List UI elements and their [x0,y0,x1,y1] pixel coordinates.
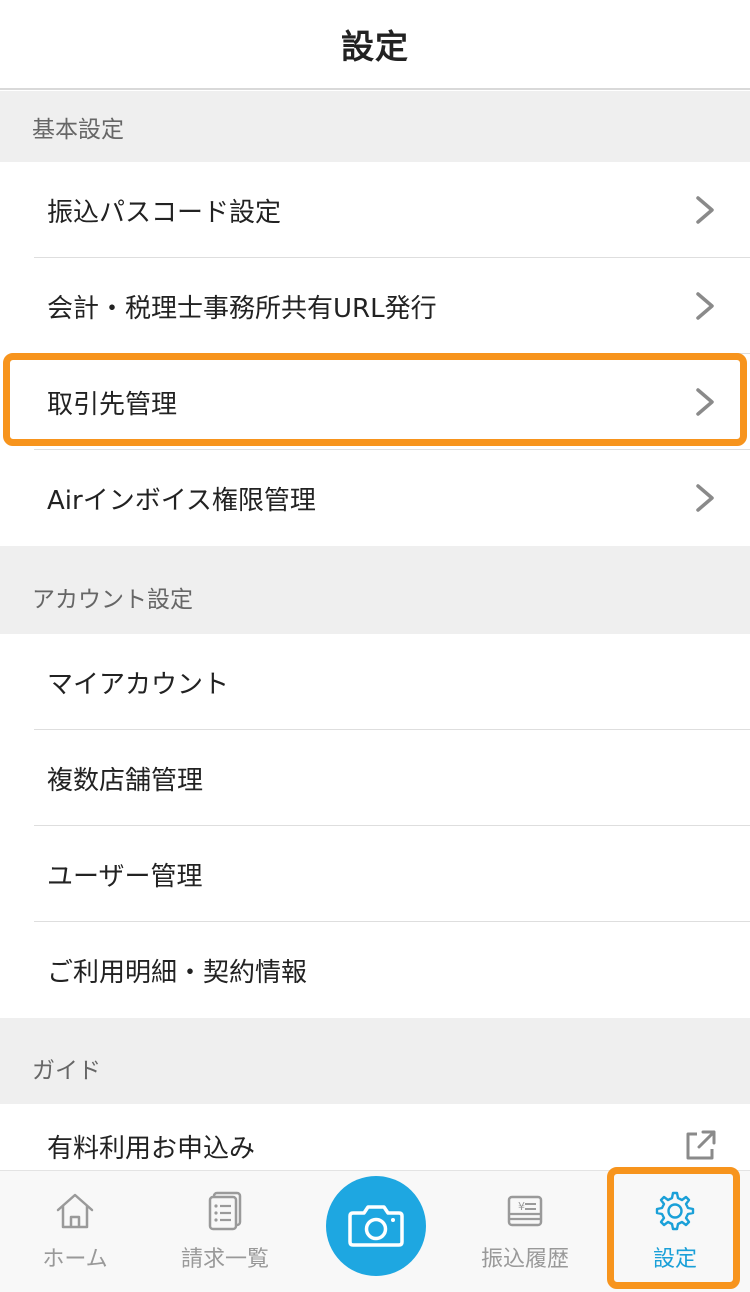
settings-item-label: 振込パスコード設定 [47,197,282,228]
invoice-list-icon [208,1191,242,1231]
tab-invoice-list[interactable]: 請求一覧 [150,1171,300,1292]
settings-item-label: マイアカウント [47,669,230,700]
settings-item-label: 有料利用お申込み [47,1134,256,1164]
settings-item-label: 複数店舗管理 [47,765,204,796]
section-header-account: アカウント設定 [0,546,750,634]
settings-item-business-partners[interactable]: 取引先管理 [0,354,750,450]
settings-item-billing-contract[interactable]: ご利用明細・契約情報 [0,922,750,1018]
gear-icon [655,1191,695,1231]
settings-item-shared-url[interactable]: 会計・税理士事務所共有URL発行 [0,258,750,354]
settings-item-transfer-passcode[interactable]: 振込パスコード設定 [0,162,750,258]
settings-item-label: ユーザー管理 [47,861,203,892]
tab-label: 振込履歴 [480,1247,569,1272]
section-header-basic: 基本設定 [0,91,750,162]
tab-label: 設定 [652,1247,697,1272]
settings-item-user-management[interactable]: ユーザー管理 [0,826,750,922]
top-header: 設定 [0,0,750,90]
tab-settings[interactable]: 設定 [600,1171,750,1292]
transfer-history-icon: ¥ [507,1195,543,1227]
settings-item-my-account[interactable]: マイアカウント [0,634,750,730]
tab-transfer-history[interactable]: ¥ 振込履歴 [450,1171,600,1292]
settings-item-label: Airインボイス権限管理 [47,485,316,516]
tab-label: 請求一覧 [180,1247,269,1272]
settings-item-multi-store[interactable]: 複数店舗管理 [0,730,750,826]
chevron-right-icon [696,196,714,224]
external-link-icon [686,1130,716,1160]
page-title: 設定 [341,27,409,66]
svg-text:¥: ¥ [518,1200,525,1213]
settings-item-invoice-permissions[interactable]: Airインボイス権限管理 [0,450,750,546]
settings-item-label: 会計・税理士事務所共有URL発行 [47,293,437,324]
chevron-right-icon [696,484,714,512]
chevron-right-icon [696,388,714,416]
chevron-right-icon [696,292,714,320]
settings-item-label: 取引先管理 [47,389,178,420]
tab-home[interactable]: ホーム [0,1171,150,1292]
camera-button[interactable] [326,1176,426,1276]
camera-icon [348,1205,404,1247]
section-header-guide: ガイド [0,1018,750,1104]
tab-label: ホーム [42,1247,108,1272]
home-icon [56,1193,94,1229]
settings-item-label: ご利用明細・契約情報 [47,957,308,988]
